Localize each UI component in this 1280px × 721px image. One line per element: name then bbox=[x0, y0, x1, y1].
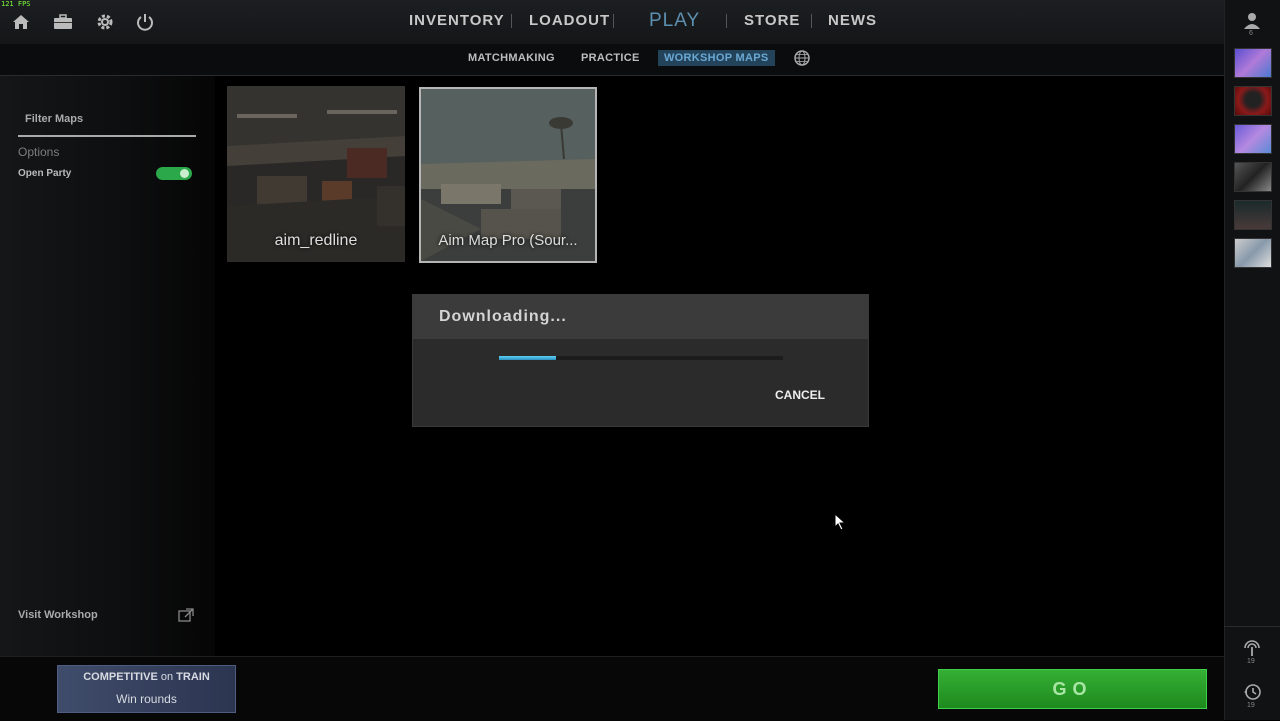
mode-on: on bbox=[160, 671, 174, 683]
nav-store[interactable]: STORE bbox=[744, 12, 800, 29]
download-progress-bar bbox=[499, 356, 783, 360]
game-mode-panel[interactable]: COMPETITIVE on TRAIN Win rounds bbox=[57, 665, 236, 713]
history-count: 19 bbox=[1247, 702, 1255, 709]
open-party-label: Open Party bbox=[18, 168, 72, 179]
friends-icon[interactable] bbox=[1243, 12, 1261, 32]
tab-matchmaking[interactable]: MATCHMAKING bbox=[468, 52, 555, 64]
friend-avatar[interactable] bbox=[1234, 238, 1272, 268]
friend-avatar[interactable] bbox=[1234, 162, 1272, 192]
options-label: Options bbox=[18, 145, 60, 159]
download-dialog: Downloading... CANCEL bbox=[412, 294, 869, 427]
signal-icon[interactable] bbox=[1242, 639, 1262, 657]
game-mode-line: COMPETITIVE on TRAIN bbox=[58, 671, 235, 683]
nav-divider bbox=[511, 14, 512, 28]
nav-inventory[interactable]: INVENTORY bbox=[409, 12, 505, 29]
briefcase-icon[interactable] bbox=[53, 12, 73, 32]
go-button[interactable]: GO bbox=[938, 669, 1207, 709]
tab-workshop-maps[interactable]: WORKSHOP MAPS bbox=[658, 50, 775, 66]
visit-workshop-link[interactable]: Visit Workshop bbox=[18, 609, 98, 621]
go-label: GO bbox=[1052, 679, 1093, 699]
friend-avatar[interactable] bbox=[1234, 86, 1272, 116]
external-link-icon[interactable] bbox=[178, 608, 194, 622]
toggle-knob bbox=[180, 169, 189, 178]
fps-counter: 121 FPS bbox=[1, 0, 31, 8]
top-bar bbox=[0, 0, 1224, 44]
filter-panel bbox=[0, 76, 215, 656]
friend-avatar[interactable] bbox=[1234, 124, 1272, 154]
friend-avatar[interactable] bbox=[1234, 48, 1272, 78]
map-tile-aim-redline[interactable]: aim_redline bbox=[227, 86, 405, 262]
mode-map: TRAIN bbox=[176, 671, 210, 683]
friend-avatar[interactable] bbox=[1234, 200, 1272, 230]
nav-divider bbox=[811, 14, 812, 28]
nav-divider bbox=[726, 14, 727, 28]
map-name: Aim Map Pro (Sour... bbox=[438, 232, 578, 249]
filter-underline bbox=[18, 135, 196, 137]
nav-news[interactable]: NEWS bbox=[828, 12, 877, 29]
mode-name: COMPETITIVE bbox=[83, 671, 158, 683]
rail-divider bbox=[1224, 626, 1280, 627]
download-progress-fill bbox=[499, 356, 556, 360]
mouse-cursor-icon bbox=[834, 512, 848, 536]
filter-maps-heading: Filter Maps bbox=[25, 113, 84, 125]
nav-loadout[interactable]: LOADOUT bbox=[529, 12, 610, 29]
map-name: aim_redline bbox=[274, 232, 358, 249]
friends-count: 6 bbox=[1249, 30, 1253, 37]
mode-objective: Win rounds bbox=[116, 692, 177, 706]
dialog-title: Downloading... bbox=[439, 308, 567, 325]
history-icon[interactable] bbox=[1242, 683, 1262, 701]
nav-play[interactable]: PLAY bbox=[649, 10, 700, 32]
map-tile-aim-map-pro[interactable]: Aim Map Pro (Sour... bbox=[419, 87, 597, 263]
gear-icon[interactable] bbox=[95, 12, 115, 32]
cancel-button[interactable]: CANCEL bbox=[775, 388, 825, 402]
tab-practice[interactable]: PRACTICE bbox=[581, 52, 640, 64]
nav-divider bbox=[613, 14, 614, 28]
home-icon[interactable] bbox=[11, 12, 31, 32]
signal-count: 19 bbox=[1247, 658, 1255, 665]
globe-icon[interactable] bbox=[792, 50, 812, 66]
open-party-toggle[interactable] bbox=[156, 167, 192, 180]
power-icon[interactable] bbox=[135, 12, 155, 32]
